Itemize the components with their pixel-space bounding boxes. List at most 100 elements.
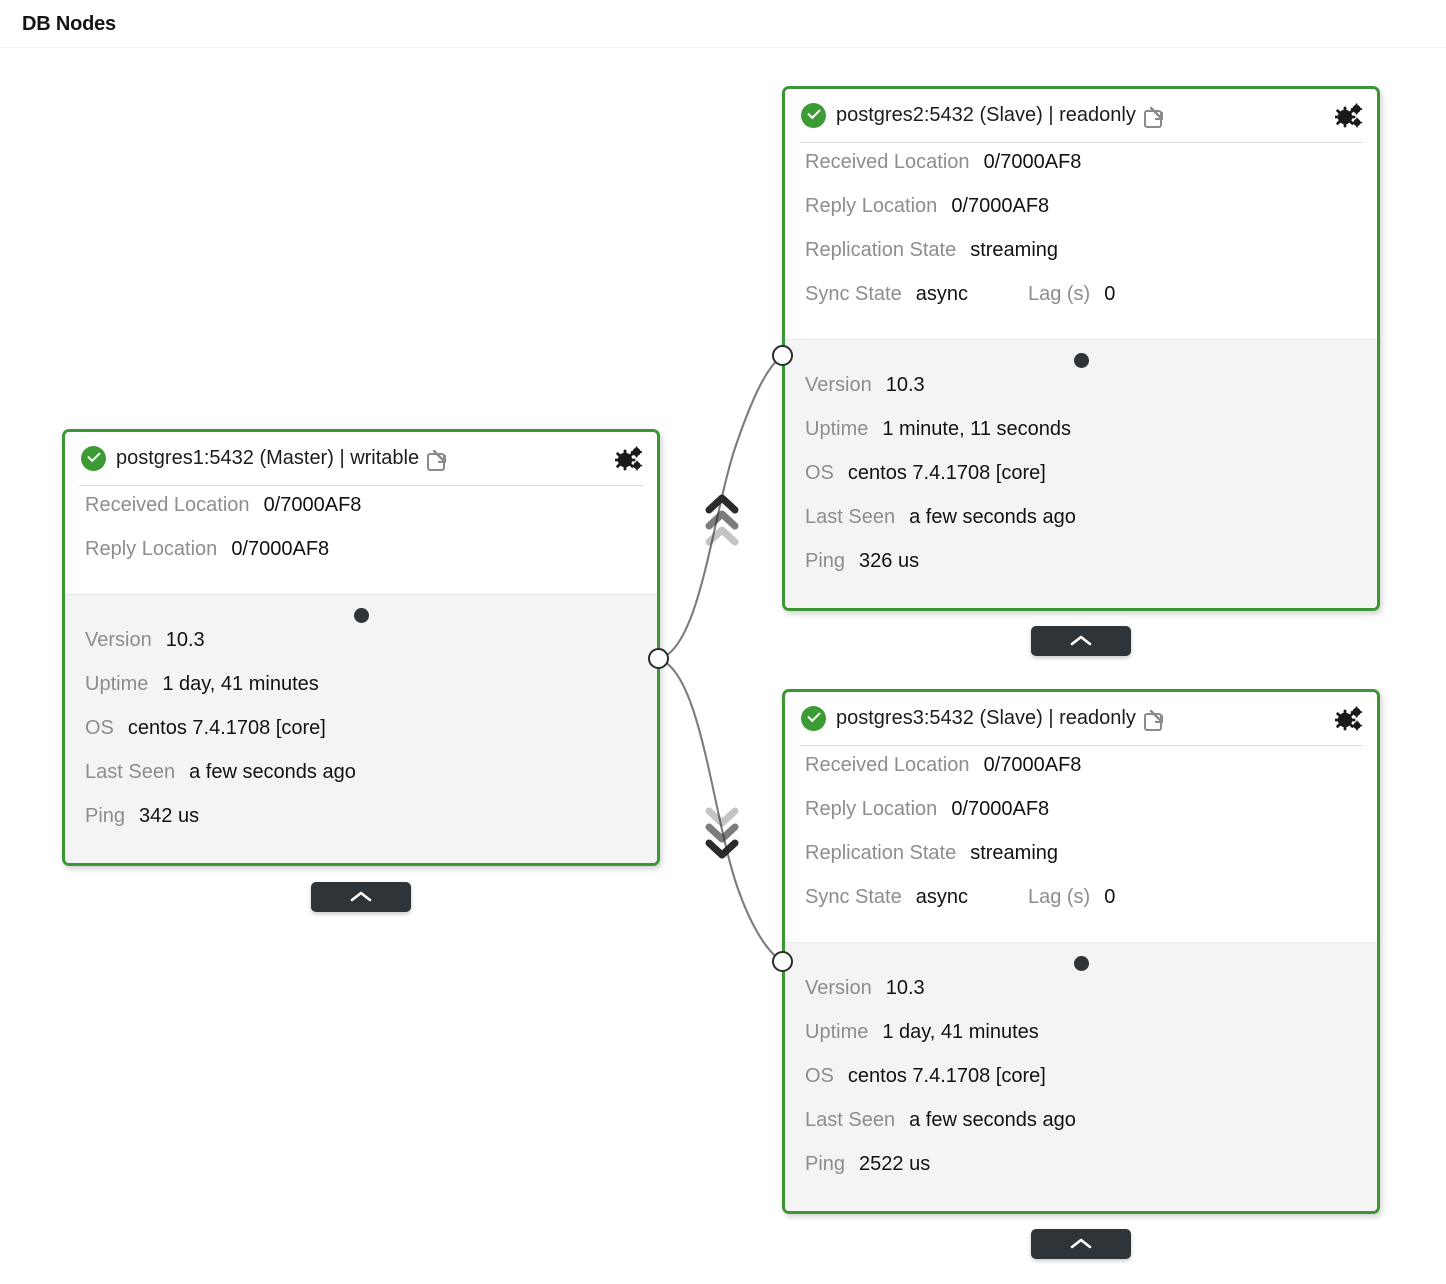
edge-master-to-postgres2: [658, 355, 784, 661]
row-uptime: Uptime 1 day, 41 minutes: [65, 673, 657, 717]
db-nodes-page: DB Nodes postgres1:5432 (Master) | writa…: [0, 0, 1446, 1284]
edge-arrow-up: [709, 498, 735, 542]
uptime-value: 1 day, 41 minutes: [162, 673, 319, 695]
ping-value: 326 us: [859, 550, 920, 572]
uptime-label: Uptime: [85, 673, 149, 695]
uptime-value: 1 minute, 11 seconds: [882, 418, 1071, 440]
row-os: OS centos 7.4.1708 [core]: [65, 717, 657, 761]
node-title: postgres3:5432 (Slave) | readonly: [836, 707, 1136, 729]
node-header: postgres2:5432 (Slave) | readonly: [785, 89, 1377, 142]
row-replication-state: Replication State streaming: [785, 842, 1377, 886]
os-value: centos 7.4.1708 [core]: [847, 1065, 1046, 1087]
collapse-tab-postgres3[interactable]: [1031, 1229, 1131, 1259]
page-header: DB Nodes: [0, 0, 1446, 48]
row-ping: Ping 342 us: [65, 805, 657, 849]
row-version: Version 10.3: [785, 977, 1377, 1021]
os-label: OS: [85, 717, 114, 739]
ping-value: 2522 us: [859, 1153, 931, 1175]
port-postgres2-left[interactable]: [772, 345, 793, 366]
ping-label: Ping: [85, 805, 126, 827]
last-seen-label: Last Seen: [85, 761, 176, 783]
row-uptime: Uptime 1 minute, 11 seconds: [785, 418, 1377, 462]
row-received-location: Received Location 0/7000AF8: [785, 754, 1377, 798]
cogs-icon[interactable]: [1334, 706, 1363, 732]
node-header: postgres3:5432 (Slave) | readonly: [785, 692, 1377, 745]
last-seen-label: Last Seen: [805, 1109, 896, 1131]
received-location-value: 0/7000AF8: [263, 494, 362, 516]
sync-state-label: Sync State: [805, 283, 902, 305]
ping-value: 342 us: [139, 805, 200, 827]
node-body: Received Location 0/7000AF8 Reply Locati…: [785, 746, 1377, 942]
collapse-tab-postgres2[interactable]: [1031, 626, 1131, 656]
ping-label: Ping: [805, 550, 846, 572]
node-footer: Version 10.3 Uptime 1 day, 41 minutes OS…: [65, 594, 657, 863]
received-location-value: 0/7000AF8: [983, 754, 1082, 776]
received-location-label: Received Location: [805, 754, 970, 776]
version-value: 10.3: [885, 374, 925, 396]
external-link-icon[interactable]: [427, 449, 446, 471]
last-seen-value: a few seconds ago: [189, 761, 356, 783]
node-card-postgres3[interactable]: postgres3:5432 (Slave) | readonly Receiv…: [782, 689, 1380, 1214]
chevron-up-icon: [1070, 1238, 1092, 1249]
os-label: OS: [805, 1065, 834, 1087]
os-value: centos 7.4.1708 [core]: [127, 717, 326, 739]
version-label: Version: [805, 977, 872, 999]
row-reply-location: Reply Location 0/7000AF8: [785, 798, 1377, 842]
received-location-value: 0/7000AF8: [983, 151, 1082, 173]
node-title: postgres2:5432 (Slave) | readonly: [836, 104, 1136, 126]
row-os: OS centos 7.4.1708 [core]: [785, 1065, 1377, 1109]
port-postgres1-right[interactable]: [648, 648, 669, 669]
node-card-postgres2[interactable]: postgres2:5432 (Slave) | readonly Receiv…: [782, 86, 1380, 611]
row-last-seen: Last Seen a few seconds ago: [65, 761, 657, 805]
uptime-label: Uptime: [805, 418, 869, 440]
check-circle-icon: [801, 706, 826, 731]
last-seen-value: a few seconds ago: [909, 506, 1076, 528]
sync-state-value: async: [915, 886, 968, 908]
check-circle-icon: [81, 446, 106, 471]
row-reply-location: Reply Location 0/7000AF8: [65, 538, 657, 582]
external-link-icon[interactable]: [1143, 106, 1163, 128]
chevron-up-icon: [350, 891, 372, 902]
external-link-icon[interactable]: [1143, 709, 1163, 731]
row-received-location: Received Location 0/7000AF8: [785, 151, 1377, 195]
drag-handle-dot[interactable]: [1073, 353, 1089, 368]
row-ping: Ping 2522 us: [785, 1153, 1377, 1197]
node-body: Received Location 0/7000AF8 Reply Locati…: [785, 143, 1377, 339]
lag-value: 0: [1104, 283, 1116, 305]
os-label: OS: [805, 462, 834, 484]
version-label: Version: [805, 374, 872, 396]
version-value: 10.3: [165, 629, 205, 651]
reply-location-label: Reply Location: [85, 538, 218, 560]
node-card-postgres1[interactable]: postgres1:5432 (Master) | writable Recei…: [62, 429, 660, 866]
drag-handle-dot[interactable]: [1073, 956, 1089, 971]
cogs-icon[interactable]: [614, 446, 643, 472]
cogs-icon[interactable]: [1334, 103, 1363, 129]
row-sync-state: Sync State async Lag (s) 0: [785, 886, 1377, 930]
lag-label: Lag (s): [1027, 886, 1091, 908]
node-footer: Version 10.3 Uptime 1 minute, 11 seconds…: [785, 339, 1377, 608]
row-received-location: Received Location 0/7000AF8: [65, 494, 657, 538]
replication-state-value: streaming: [970, 239, 1059, 261]
os-value: centos 7.4.1708 [core]: [847, 462, 1046, 484]
last-seen-value: a few seconds ago: [909, 1109, 1076, 1131]
replication-state-label: Replication State: [805, 239, 957, 261]
sync-state-value: async: [915, 283, 968, 305]
reply-location-value: 0/7000AF8: [951, 798, 1050, 820]
row-os: OS centos 7.4.1708 [core]: [785, 462, 1377, 506]
row-replication-state: Replication State streaming: [785, 239, 1377, 283]
ping-label: Ping: [805, 1153, 846, 1175]
last-seen-label: Last Seen: [805, 506, 896, 528]
row-sync-state: Sync State async Lag (s) 0: [785, 283, 1377, 327]
reply-location-label: Reply Location: [805, 798, 938, 820]
replication-state-label: Replication State: [805, 842, 957, 864]
collapse-tab-postgres1[interactable]: [311, 882, 411, 912]
drag-handle-dot[interactable]: [353, 608, 369, 623]
row-version: Version 10.3: [785, 374, 1377, 418]
lag-label: Lag (s): [1027, 283, 1091, 305]
row-last-seen: Last Seen a few seconds ago: [785, 1109, 1377, 1153]
page-title: DB Nodes: [22, 13, 116, 35]
uptime-label: Uptime: [805, 1021, 869, 1043]
topology-canvas[interactable]: postgres1:5432 (Master) | writable Recei…: [0, 48, 1446, 1284]
port-postgres3-left[interactable]: [772, 951, 793, 972]
chevron-up-icon: [1070, 635, 1092, 646]
